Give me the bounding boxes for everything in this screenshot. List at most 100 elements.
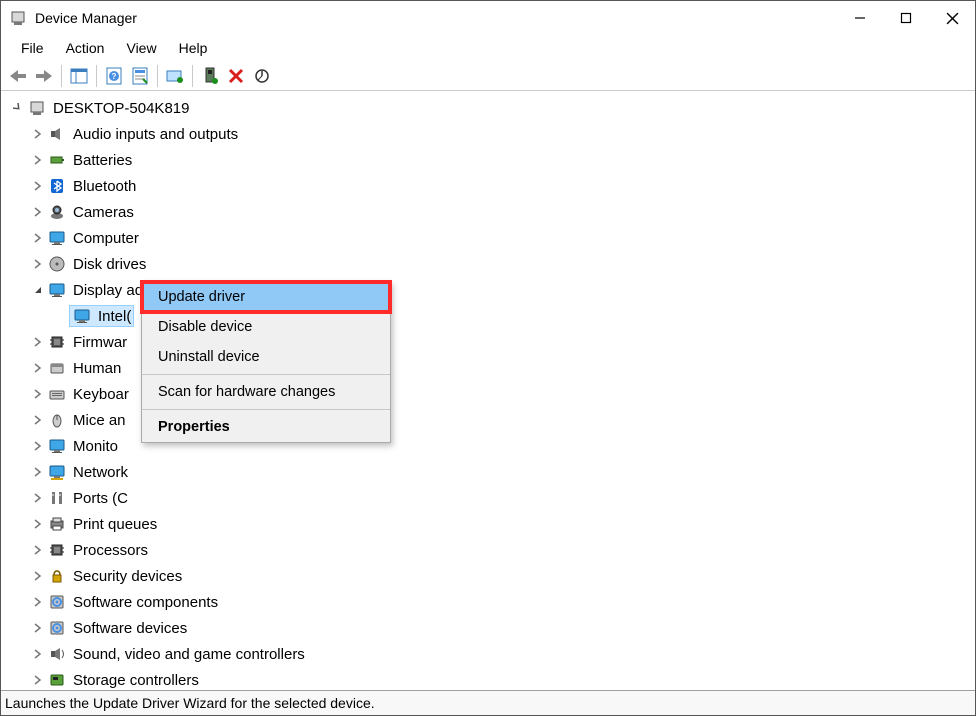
toolbar: ? [1, 61, 975, 91]
computer-icon [47, 228, 67, 248]
uninstall-button[interactable] [223, 63, 249, 89]
printer-icon [47, 514, 67, 534]
category-label: Firmwar [73, 334, 127, 351]
storage-icon [47, 670, 67, 690]
expand-arrow-icon[interactable] [29, 649, 47, 659]
context-menu-item[interactable]: Update driver [142, 282, 390, 312]
mouse-icon [47, 410, 67, 430]
tree-category[interactable]: Computer [9, 225, 975, 251]
cpu-icon [47, 540, 67, 560]
close-button[interactable] [929, 1, 975, 35]
tree-category[interactable]: Batteries [9, 147, 975, 173]
tree-category[interactable]: Print queues [9, 511, 975, 537]
expand-arrow-icon[interactable] [29, 545, 47, 555]
expand-arrow-icon[interactable] [29, 207, 47, 217]
titlebar: Device Manager [1, 1, 975, 35]
category-label: Processors [73, 542, 148, 559]
category-label: Software devices [73, 620, 187, 637]
toolbar-separator [96, 65, 97, 87]
menu-help[interactable]: Help [169, 37, 218, 59]
tree-category[interactable]: Bluetooth [9, 173, 975, 199]
forward-button[interactable] [31, 63, 57, 89]
keyboard-icon [47, 384, 67, 404]
category-label: Storage controllers [73, 672, 199, 689]
expand-arrow-icon[interactable] [29, 415, 47, 425]
window-title: Device Manager [35, 10, 837, 26]
tree-category[interactable]: Sound, video and game controllers [9, 641, 975, 667]
tree-category[interactable]: Storage controllers [9, 667, 975, 691]
bluetooth-icon [47, 176, 67, 196]
expand-arrow-icon[interactable] [29, 623, 47, 633]
battery-icon [47, 150, 67, 170]
expand-arrow-icon[interactable] [29, 155, 47, 165]
menu-file[interactable]: File [11, 37, 54, 59]
tree-category[interactable]: Security devices [9, 563, 975, 589]
expand-arrow-icon[interactable] [29, 259, 47, 269]
swdev-icon [47, 618, 67, 638]
context-menu-item[interactable]: Properties [142, 412, 390, 442]
expand-arrow-icon[interactable] [29, 597, 47, 607]
properties-button[interactable] [127, 63, 153, 89]
maximize-button[interactable] [883, 1, 929, 35]
tree-category[interactable]: Disk drives [9, 251, 975, 277]
expand-arrow-icon[interactable] [29, 233, 47, 243]
category-label: Software components [73, 594, 218, 611]
context-menu: Update driverDisable deviceUninstall dev… [141, 281, 391, 443]
expand-arrow-icon[interactable] [29, 571, 47, 581]
update-driver-button[interactable] [162, 63, 188, 89]
menu-action[interactable]: Action [56, 37, 115, 59]
device-tree[interactable]: DESKTOP-504K819 Audio inputs and outputs… [1, 91, 975, 691]
status-text: Launches the Update Driver Wizard for th… [5, 695, 375, 711]
collapse-arrow-icon[interactable] [29, 285, 47, 295]
monitor-icon [47, 436, 67, 456]
expand-arrow-icon[interactable] [29, 493, 47, 503]
disk-icon [47, 254, 67, 274]
expand-arrow-icon[interactable] [29, 363, 47, 373]
scan-hardware-button[interactable] [197, 63, 223, 89]
tree-root[interactable]: DESKTOP-504K819 [9, 95, 975, 121]
network-icon [47, 462, 67, 482]
window-controls [837, 1, 975, 35]
category-label: Sound, video and game controllers [73, 646, 305, 663]
expand-arrow-icon[interactable] [9, 103, 27, 113]
help-button[interactable]: ? [101, 63, 127, 89]
minimize-button[interactable] [837, 1, 883, 35]
tree-category[interactable]: Ports (C [9, 485, 975, 511]
expand-arrow-icon[interactable] [29, 467, 47, 477]
tree-category[interactable]: Audio inputs and outputs [9, 121, 975, 147]
category-label: Computer [73, 230, 139, 247]
tree-category[interactable]: Cameras [9, 199, 975, 225]
chip-icon [47, 332, 67, 352]
show-hide-tree-button[interactable] [66, 63, 92, 89]
expand-arrow-icon[interactable] [29, 519, 47, 529]
back-button[interactable] [5, 63, 31, 89]
disable-button[interactable] [249, 63, 275, 89]
tree-category[interactable]: Software components [9, 589, 975, 615]
category-label: Human [73, 360, 121, 377]
expand-arrow-icon[interactable] [29, 441, 47, 451]
context-menu-separator [142, 409, 390, 410]
device-label: Intel( [98, 308, 131, 325]
app-icon [9, 9, 27, 27]
speaker-icon [47, 124, 67, 144]
tree-category[interactable]: Network [9, 459, 975, 485]
tree-category[interactable]: Software devices [9, 615, 975, 641]
expand-arrow-icon[interactable] [29, 675, 47, 685]
swcomp-icon [47, 592, 67, 612]
hid-icon [47, 358, 67, 378]
camera-icon [47, 202, 67, 222]
context-menu-item[interactable]: Disable device [142, 312, 390, 342]
context-menu-item[interactable]: Uninstall device [142, 342, 390, 372]
expand-arrow-icon[interactable] [29, 337, 47, 347]
lock-icon [47, 566, 67, 586]
category-label: Monito [73, 438, 118, 455]
expand-arrow-icon[interactable] [29, 129, 47, 139]
expand-arrow-icon[interactable] [29, 181, 47, 191]
svg-text:?: ? [112, 72, 117, 81]
menu-view[interactable]: View [116, 37, 166, 59]
expand-arrow-icon[interactable] [29, 389, 47, 399]
context-menu-item[interactable]: Scan for hardware changes [142, 377, 390, 407]
toolbar-separator [61, 65, 62, 87]
tree-category[interactable]: Processors [9, 537, 975, 563]
monitor-icon [47, 280, 67, 300]
